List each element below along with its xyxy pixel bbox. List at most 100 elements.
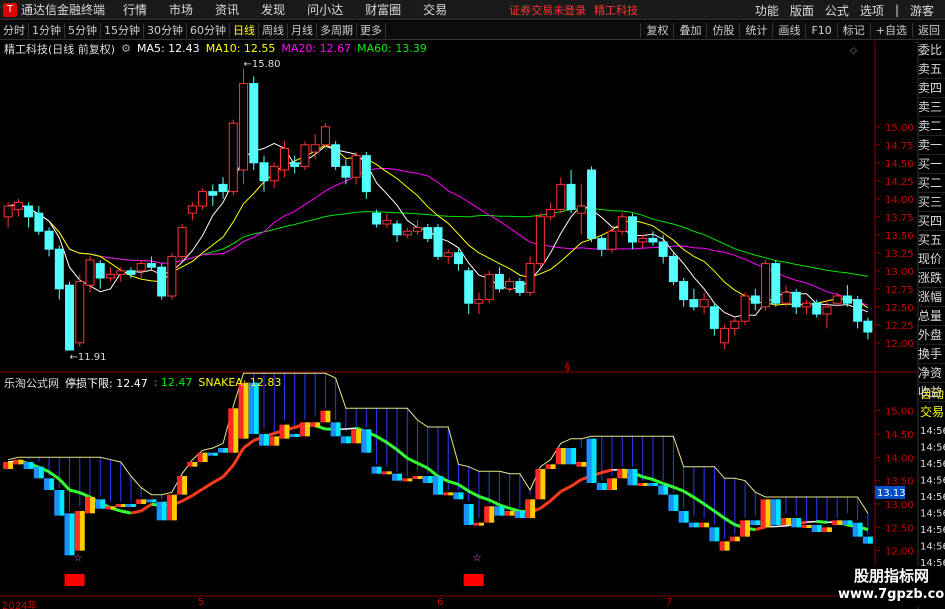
signal-block: [740, 520, 746, 537]
side-item[interactable]: 委比: [918, 41, 945, 60]
btn-similar[interactable]: 仿股: [706, 23, 739, 38]
side-item[interactable]: 净资: [918, 364, 945, 383]
menu-options[interactable]: 选项: [860, 2, 884, 19]
side-item[interactable]: 涨跌: [918, 269, 945, 288]
btn-f10[interactable]: F10: [805, 23, 836, 38]
y-tick-label: 12.00: [885, 339, 914, 350]
login-notice[interactable]: 证券交易未登录: [509, 2, 586, 18]
tab-multi-period[interactable]: 多周期: [317, 22, 357, 38]
tab-more[interactable]: 更多: [357, 22, 386, 38]
menu-formula[interactable]: 公式: [825, 2, 849, 19]
candle-body: [75, 281, 85, 344]
candle-body: [484, 273, 494, 301]
menu-wealth[interactable]: 财富圈: [365, 1, 401, 18]
tab-15min[interactable]: 15分钟: [101, 22, 144, 38]
snake-segment: [816, 520, 828, 524]
signal-block: [719, 541, 725, 551]
side-item[interactable]: 涨幅: [918, 288, 945, 307]
snake-segment: [191, 487, 204, 497]
signal-block: [560, 448, 566, 465]
btn-stats[interactable]: 统计: [739, 23, 772, 38]
menu-trade[interactable]: 交易: [423, 1, 447, 18]
signal-block: [806, 525, 812, 528]
candle-body: [730, 320, 740, 329]
side-item[interactable]: 买五: [918, 231, 945, 250]
tab-1min[interactable]: 1分钟: [29, 22, 65, 38]
signal-block: [525, 499, 531, 518]
side-item[interactable]: 买三: [918, 193, 945, 212]
tab-60min[interactable]: 60分钟: [187, 22, 230, 38]
side-item[interactable]: 卖一: [918, 136, 945, 155]
btn-mark[interactable]: 标记: [836, 23, 870, 38]
side-item[interactable]: 卖三: [918, 98, 945, 117]
snake-segment: [375, 435, 388, 444]
signal-block: [765, 499, 771, 528]
tab-weekly[interactable]: 周线: [259, 22, 288, 38]
btn-add-watchlist[interactable]: +自选: [869, 23, 912, 38]
side-item[interactable]: 卖四: [918, 79, 945, 98]
candle-body: [54, 248, 64, 290]
snake-segment: [406, 456, 419, 465]
signal-block: [704, 522, 710, 528]
signal-block: [402, 478, 408, 482]
side-item[interactable]: 总量: [918, 307, 945, 326]
signal-block: [781, 518, 786, 525]
side-item[interactable]: 买二: [918, 174, 945, 193]
btn-restore-rights[interactable]: 复权: [640, 23, 673, 38]
menu-news[interactable]: 资讯: [215, 1, 239, 18]
tab-5min[interactable]: 5分钟: [65, 22, 101, 38]
signal-block: [407, 478, 413, 482]
signal-block: [668, 494, 674, 511]
signal-block: [832, 520, 838, 525]
side-item[interactable]: 换手: [918, 345, 945, 364]
signal-block: [729, 536, 735, 542]
signal-block: [601, 483, 607, 490]
quote-side-panel: 委比 卖五 卖四 卖三 卖二 卖一 买一 买二 买三 买四 买五 现价 涨跌 涨幅 总量 外盘 换手 净资 收益: [918, 41, 945, 425]
signal-block: [566, 448, 572, 465]
menu-market[interactable]: 市场: [169, 1, 193, 18]
menu-quotes[interactable]: 行情: [123, 1, 147, 18]
candle-body: [259, 162, 269, 182]
side-item[interactable]: 卖二: [918, 117, 945, 136]
signal-block: [49, 478, 55, 490]
side-item[interactable]: 买四: [918, 212, 945, 231]
tab-daily[interactable]: 日线: [230, 22, 259, 38]
candle-body: [627, 216, 637, 243]
side-item[interactable]: 现价: [918, 250, 945, 269]
y-tick-label: 13.25: [885, 249, 914, 260]
side-item[interactable]: 外盘: [918, 326, 945, 345]
btn-overlay[interactable]: 叠加: [673, 23, 706, 38]
side-item[interactable]: 卖五: [918, 60, 945, 79]
btn-draw[interactable]: 画线: [772, 23, 805, 38]
menu-function[interactable]: 功能: [755, 2, 779, 19]
tab-30min[interactable]: 30分钟: [144, 22, 187, 38]
btn-back[interactable]: 返回: [912, 23, 945, 38]
tab-monthly[interactable]: 月线: [288, 22, 317, 38]
signal-block: [473, 522, 479, 526]
signal-block: [714, 527, 720, 542]
signal-block: [376, 466, 382, 474]
snake-segment: [385, 441, 398, 451]
signal-block: [734, 536, 740, 542]
menu-layout[interactable]: 版面: [790, 2, 814, 19]
settings-icon[interactable]: ⚙: [121, 42, 131, 55]
candle-body: [228, 122, 238, 193]
side-item[interactable]: 买一: [918, 155, 945, 174]
tab-timeshare[interactable]: 分时: [0, 22, 29, 38]
watermark-url: www.7gpzb.com: [838, 587, 945, 602]
signal-block: [146, 499, 152, 503]
candle-body: [668, 255, 678, 283]
candle-body: [801, 302, 811, 308]
signal-block: [381, 471, 387, 475]
side-item[interactable]: 收益: [918, 383, 945, 402]
signal-block: [755, 520, 761, 525]
menu-guest[interactable]: 游客: [910, 2, 934, 19]
ma60-label: MA60: 13.39: [357, 42, 427, 55]
menu-discover[interactable]: 发现: [261, 1, 285, 18]
menu-ask[interactable]: 问小达: [307, 1, 343, 18]
signal-block: [478, 522, 484, 526]
signal-block: [156, 501, 162, 521]
chart-title: 精工科技(日线 前复权): [4, 42, 116, 56]
signal-block: [85, 497, 90, 514]
snake-segment: [478, 494, 490, 502]
